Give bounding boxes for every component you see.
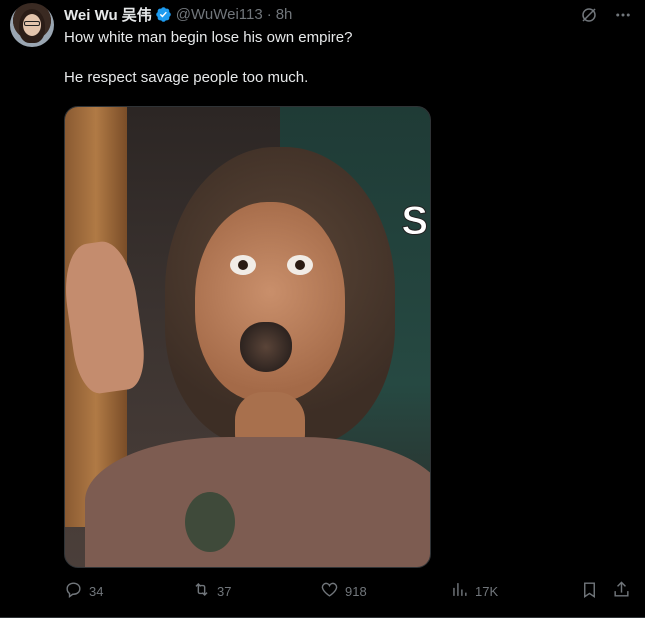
tweet-text: How white man begin lose his own empire?… — [64, 28, 624, 108]
repost-count: 37 — [217, 583, 232, 599]
media-left-eye — [230, 255, 256, 275]
author-handle[interactable]: @WuWei113 — [176, 6, 263, 23]
views-button[interactable]: 17K — [450, 580, 498, 602]
tweet-media-image[interactable]: S — [64, 106, 431, 568]
separator-dot: · — [266, 5, 272, 23]
tweet-header: Wei Wu 吴伟 @WuWei113 · 8h — [64, 4, 292, 24]
media-overlay-text: S — [401, 199, 429, 244]
author-name[interactable]: Wei Wu 吴伟 — [64, 4, 152, 25]
avatar-glasses — [24, 21, 40, 26]
share-icon — [612, 580, 631, 602]
top-icons — [579, 5, 633, 25]
repost-icon — [192, 580, 211, 602]
tweet-text-line-1: How white man begin lose his own empire? — [64, 29, 353, 46]
bookmark-button[interactable] — [580, 580, 599, 602]
timestamp[interactable]: 8h — [276, 6, 293, 23]
more-icon[interactable] — [613, 5, 633, 25]
avatar[interactable] — [10, 3, 54, 47]
media-mouth — [240, 322, 292, 372]
views-count: 17K — [475, 583, 499, 599]
like-count: 918 — [345, 583, 367, 599]
media-right-eye — [287, 255, 313, 275]
verified-badge-icon — [155, 6, 172, 23]
media-pendant — [185, 492, 235, 552]
bookmark-icon — [580, 580, 599, 602]
media-face — [195, 202, 345, 402]
reply-icon — [64, 580, 83, 602]
like-button[interactable]: 918 — [320, 580, 367, 602]
reply-button[interactable]: 34 — [64, 580, 103, 602]
views-icon — [450, 580, 469, 602]
tweet-card[interactable]: Wei Wu 吴伟 @WuWei113 · 8h How white man b… — [0, 0, 645, 618]
action-bar: 34 37 918 17K — [64, 580, 634, 604]
reply-count: 34 — [89, 583, 104, 599]
repost-button[interactable]: 37 — [192, 580, 231, 602]
media-body — [85, 437, 430, 567]
tweet-text-line-2: He respect savage people too much. — [64, 69, 309, 86]
like-icon — [320, 580, 339, 602]
share-button[interactable] — [612, 580, 631, 602]
grok-icon[interactable] — [579, 5, 599, 25]
